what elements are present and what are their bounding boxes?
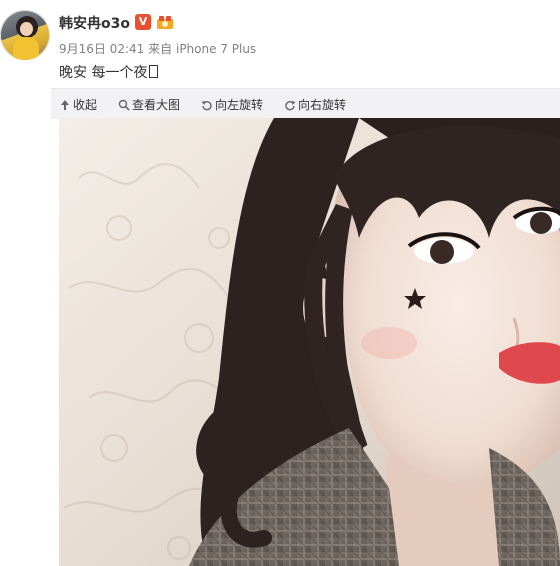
rotate-right-label: 向右旋转	[298, 98, 347, 112]
view-large-button[interactable]: 查看大图	[118, 96, 180, 113]
arrow-up-icon	[61, 99, 69, 110]
rotate-right-icon	[285, 100, 296, 110]
post-meta: 9月16日 02:41 来自 iPhone 7 Plus	[59, 40, 256, 57]
left-iris	[430, 240, 454, 264]
missing-glyph-box	[149, 65, 159, 78]
portrait-photo-illustration	[59, 118, 560, 566]
right-iris	[530, 212, 552, 234]
post-text-content: 晚安 每一个夜	[59, 65, 148, 81]
magnifier-icon	[118, 99, 130, 111]
username-link[interactable]: 韩安冉o3o	[59, 13, 130, 33]
avatar-body	[13, 37, 39, 60]
device-link[interactable]: iPhone 7 Plus	[176, 42, 256, 56]
rotate-left-icon	[201, 100, 212, 110]
post-photo[interactable]	[59, 118, 560, 566]
source-prefix: 来自	[148, 42, 173, 56]
media-toolbar: 收起 查看大图 向左旋转 向右旋转	[51, 88, 560, 119]
medal-icon[interactable]	[156, 14, 174, 30]
view-large-label: 查看大图	[132, 98, 181, 112]
post-text: 晚安 每一个夜	[59, 62, 159, 82]
rotate-right-button[interactable]: 向右旋转	[284, 96, 346, 113]
rotate-left-label: 向左旋转	[215, 98, 264, 112]
collapse-button[interactable]: 收起	[59, 96, 97, 113]
avatar-face	[20, 22, 33, 36]
vip-badge[interactable]: V	[135, 14, 151, 30]
rotate-left-button[interactable]: 向左旋转	[201, 96, 263, 113]
collapse-label: 收起	[73, 98, 98, 112]
avatar[interactable]	[0, 10, 50, 60]
post-timestamp[interactable]: 9月16日 02:41	[59, 42, 144, 56]
